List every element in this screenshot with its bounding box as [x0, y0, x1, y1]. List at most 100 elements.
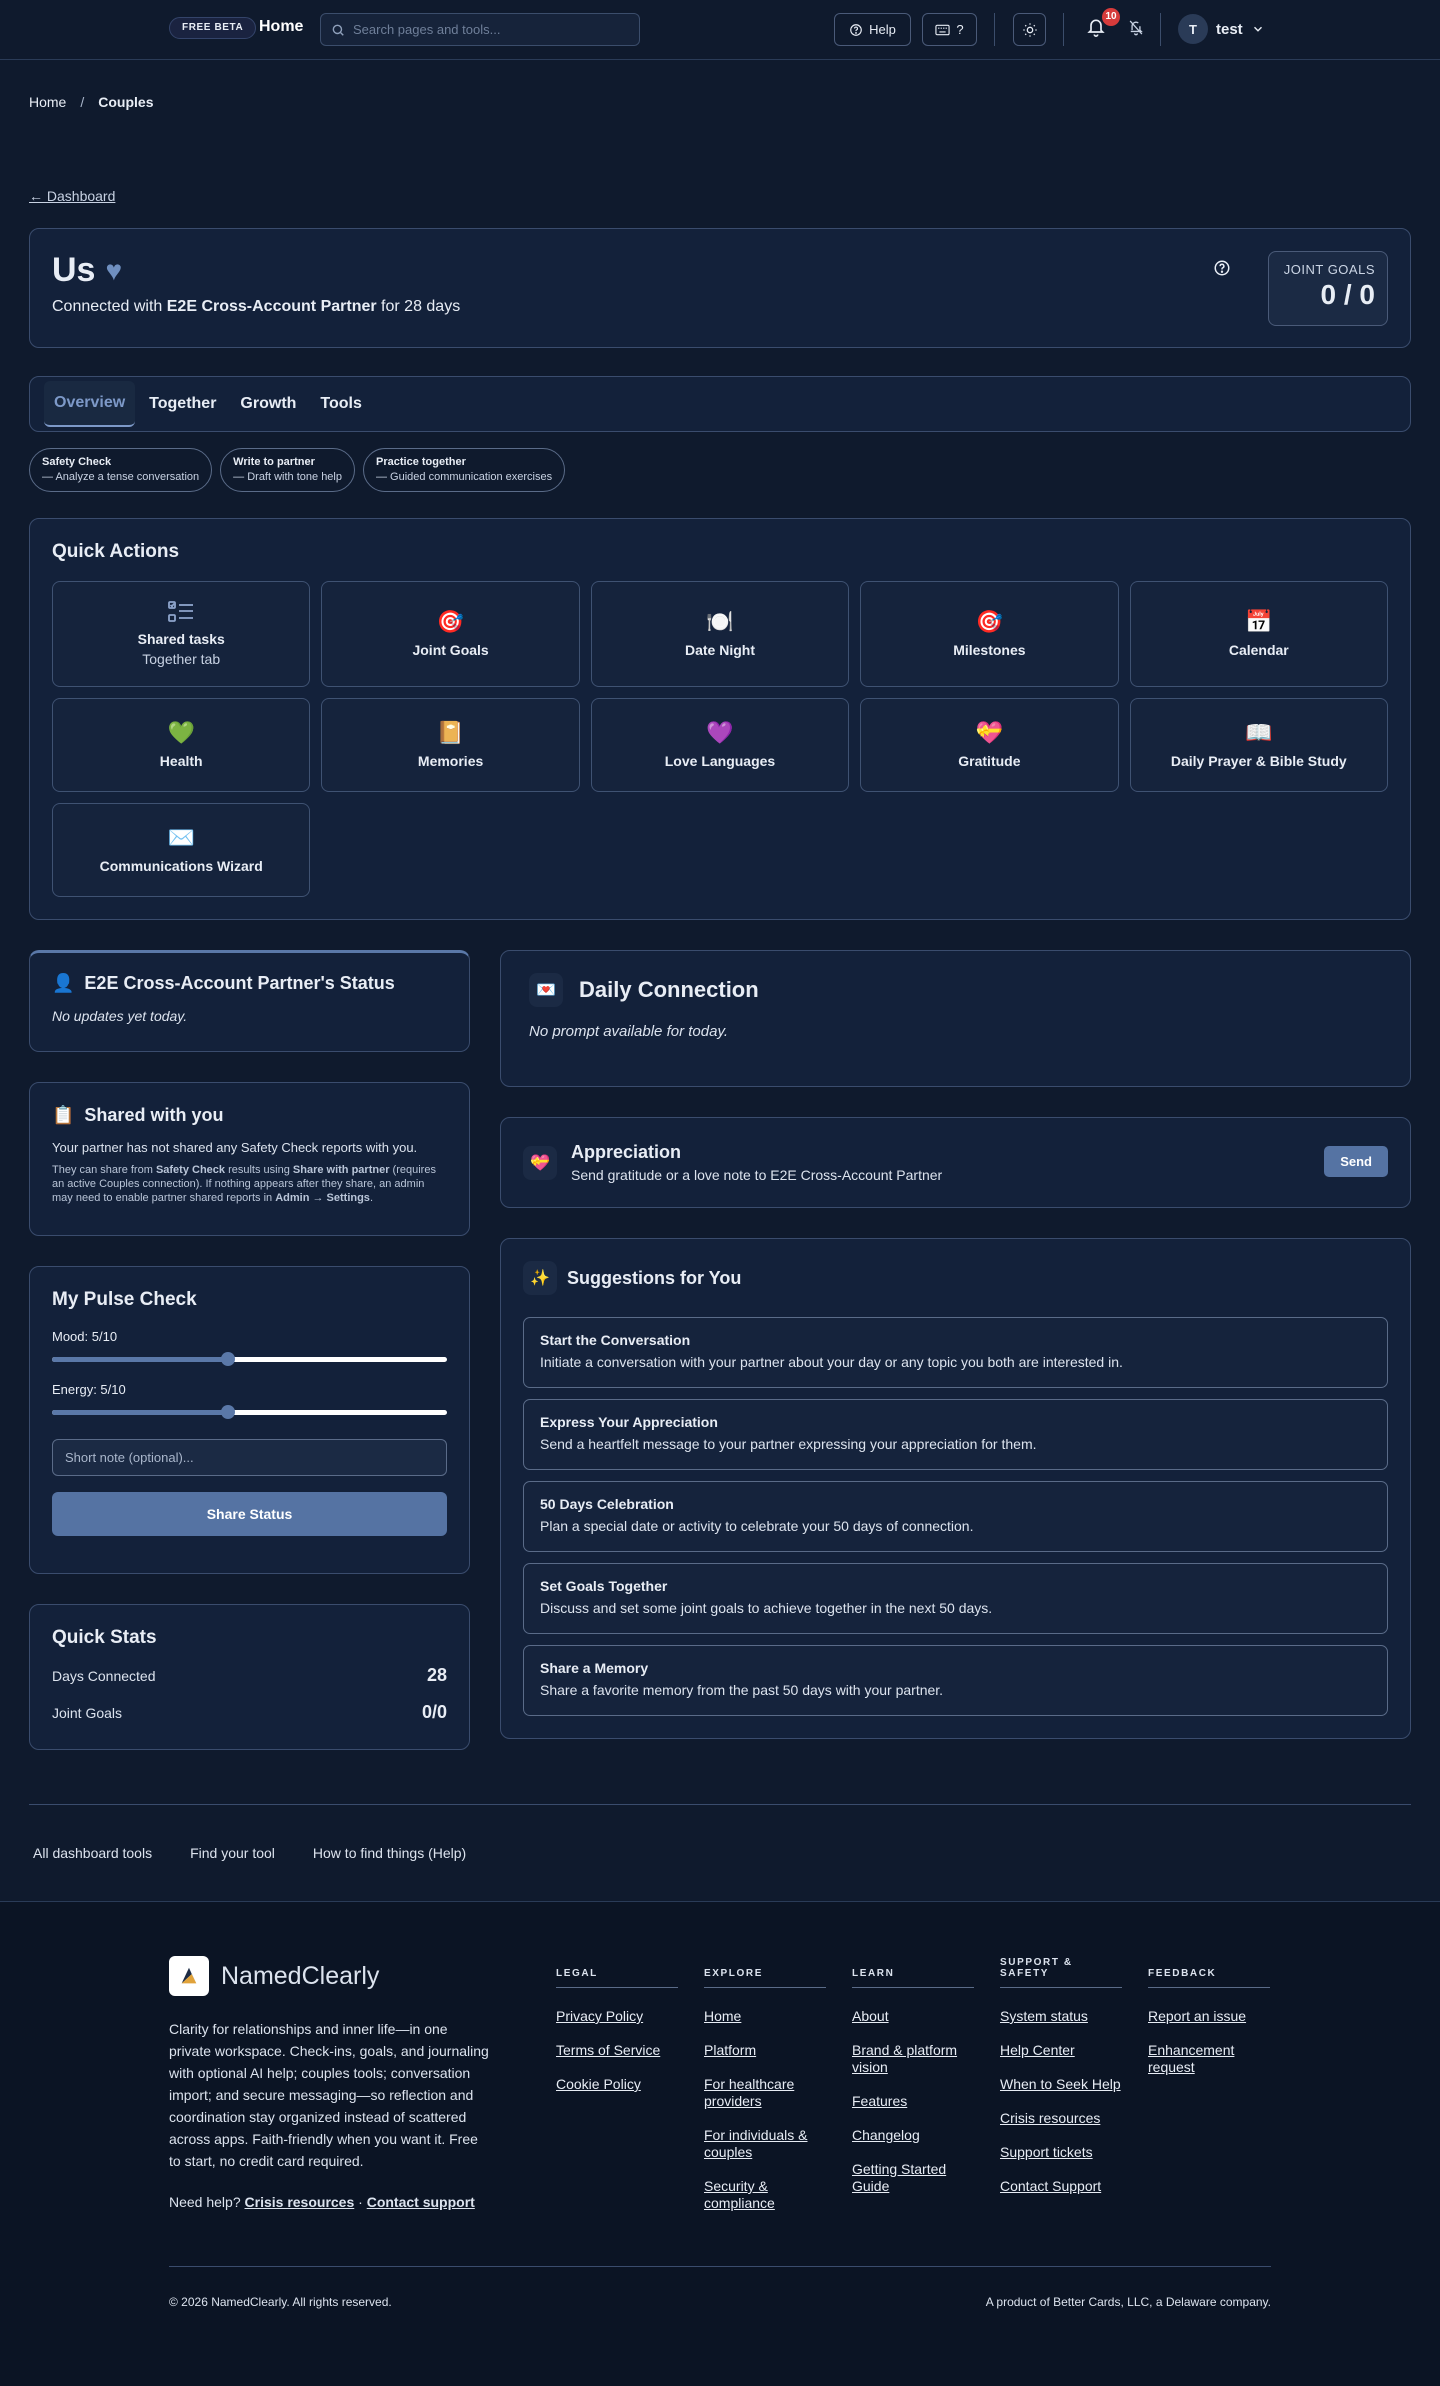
slider-thumb[interactable] [220, 1405, 235, 1419]
footer-link[interactable]: System status [1000, 2008, 1088, 2024]
user-menu[interactable]: T test [1178, 14, 1265, 44]
footer-link[interactable]: When to Seek Help [1000, 2076, 1121, 2092]
shared-with-you-card: 📋 Shared with you Your partner has not s… [29, 1082, 470, 1236]
pulse-note-input[interactable] [52, 1439, 447, 1476]
quick-action-communications-wizard[interactable]: ✉️ Communications Wizard [52, 803, 311, 897]
suggestion-item[interactable]: Set Goals Together Discuss and set some … [523, 1563, 1388, 1634]
footer-link[interactable]: Features [852, 2093, 907, 2109]
footer-description: Clarity for relationships and inner life… [169, 2021, 489, 2169]
footer-link[interactable]: Home [704, 2008, 741, 2024]
back-to-dashboard-link[interactable]: ← Dashboard [29, 188, 115, 204]
quick-action-gratitude[interactable]: 💝 Gratitude [860, 698, 1119, 792]
suggestion-item[interactable]: Express Your Appreciation Send a heartfe… [523, 1399, 1388, 1470]
quick-action-health[interactable]: 💚 Health [52, 698, 311, 792]
search-input[interactable] [353, 22, 629, 37]
slider-thumb[interactable] [220, 1352, 235, 1366]
quick-action-calendar[interactable]: 📅 Calendar [1129, 581, 1388, 687]
find-your-tool-link[interactable]: Find your tool [190, 1845, 275, 1861]
footer-link[interactable]: Getting Started Guide [852, 2161, 946, 2194]
footer-link[interactable]: Brand & platform vision [852, 2042, 957, 2075]
footer-link[interactable]: Security & compliance [704, 2178, 775, 2211]
suggestions-title: Suggestions for You [567, 1267, 742, 1288]
chip-safety-check[interactable]: Safety Check — Analyze a tense conversat… [29, 448, 213, 492]
suggestion-item[interactable]: Start the Conversation Initiate a conver… [523, 1317, 1388, 1388]
tab-together[interactable]: Together [139, 381, 226, 427]
footer-link[interactable]: Privacy Policy [556, 2008, 643, 2024]
footer-link[interactable]: Cookie Policy [556, 2076, 641, 2092]
send-appreciation-button[interactable]: Send [1324, 1146, 1388, 1177]
search-box[interactable] [320, 13, 640, 46]
footer-link[interactable]: Contact Support [1000, 2178, 1101, 2194]
suggestion-desc: Send a heartfelt message to your partner… [540, 1436, 1037, 1452]
quick-action-love-languages[interactable]: 💜 Love Languages [590, 698, 850, 792]
footer-link[interactable]: Changelog [852, 2127, 920, 2143]
quick-action-label: Health [159, 753, 203, 769]
footer-link[interactable]: About [852, 2008, 889, 2024]
footer-link[interactable]: Crisis resources [1000, 2110, 1100, 2126]
suggestion-title: Start the Conversation [540, 1332, 691, 1348]
page-title: Us ♥ [52, 251, 1388, 290]
home-link[interactable]: Home [259, 18, 303, 36]
question-circle-icon[interactable] [1213, 259, 1231, 277]
footer-columns: LEGAL Privacy Policy Terms of Service Co… [556, 1957, 1270, 2229]
breadcrumb-home[interactable]: Home [29, 94, 66, 110]
tab-growth[interactable]: Growth [230, 381, 306, 427]
footer-link[interactable]: Report an issue [1148, 2008, 1246, 2024]
suggestion-item[interactable]: 50 Days Celebration Plan a special date … [523, 1481, 1388, 1552]
tab-tools[interactable]: Tools [310, 381, 371, 427]
quick-action-label: Milestones [953, 642, 1026, 658]
quick-action-date-night[interactable]: 🍽️ Date Night [590, 581, 850, 687]
footer-bottom-bar: © 2026 NamedClearly. All rights reserved… [169, 2266, 1271, 2309]
suggestion-item[interactable]: Share a Memory Share a favorite memory f… [523, 1645, 1388, 1716]
footer-link[interactable]: Help Center [1000, 2042, 1075, 2058]
chip-write-to-partner[interactable]: Write to partner — Draft with tone help [220, 448, 355, 492]
text-bold: Safety Check [155, 1164, 226, 1176]
footer-link[interactable]: Support tickets [1000, 2144, 1093, 2160]
chip-practice-together[interactable]: Practice together — Guided communication… [363, 448, 566, 492]
footer-link[interactable]: Enhancement request [1148, 2042, 1234, 2075]
suggestion-desc: Plan a special date or activity to celeb… [540, 1518, 974, 1534]
notifications-button[interactable]: 10 [1086, 8, 1120, 40]
mood-slider[interactable] [52, 1352, 447, 1366]
how-to-find-things-link[interactable]: How to find things (Help) [313, 1845, 466, 1861]
crisis-resources-link[interactable]: Crisis resources [245, 2194, 355, 2210]
energy-slider[interactable] [52, 1405, 447, 1419]
partner-status-title: E2E Cross-Account Partner's Status [84, 973, 395, 993]
couple-hero-card: Us ♥ Connected with E2E Cross-Account Pa… [29, 228, 1411, 348]
quick-action-milestones[interactable]: 🎯 Milestones [860, 581, 1119, 687]
quick-stats-card: Quick Stats Days Connected 28 Joint Goal… [29, 1604, 470, 1750]
quick-action-label: Calendar [1228, 642, 1289, 658]
green-heart-icon: 💚 [167, 720, 195, 745]
text: They can share from [52, 1164, 156, 1176]
contact-support-link[interactable]: Contact support [367, 2194, 475, 2210]
footer-column-title: SUPPORT & SAFETY [1000, 1957, 1122, 1988]
quick-action-daily-prayer[interactable]: 📖 Daily Prayer & Bible Study [1129, 698, 1388, 792]
bell-off-icon[interactable] [1128, 19, 1144, 36]
suggestions-card: ✨ Suggestions for You Start the Conversa… [500, 1238, 1411, 1739]
connection-summary: Connected with E2E Cross-Account Partner… [52, 298, 1388, 316]
help-button[interactable]: Help [834, 13, 911, 46]
footer-link[interactable]: Platform [704, 2042, 756, 2058]
quick-actions-grid: Shared tasks Together tab 🎯 Joint Goals … [52, 581, 1388, 897]
footer-column-learn: LEARN About Brand & platform vision Feat… [852, 1958, 974, 2229]
keyboard-shortcuts-button[interactable]: ? [922, 13, 977, 46]
header-divider [1160, 13, 1161, 46]
share-status-button[interactable]: Share Status [52, 1492, 447, 1536]
footer-link[interactable]: Terms of Service [556, 2042, 660, 2058]
footer-link[interactable]: For healthcare providers [704, 2076, 794, 2109]
tab-overview[interactable]: Overview [44, 381, 136, 427]
main-content: Home / Couples ← Dashboard Us ♥ Connecte… [0, 94, 1440, 1861]
quick-action-shared-tasks[interactable]: Shared tasks Together tab [52, 581, 311, 687]
all-dashboard-tools-link[interactable]: All dashboard tools [33, 1845, 152, 1861]
footer-column-feedback: FEEDBACK Report an issue Enhancement req… [1148, 1958, 1270, 2229]
footer-link[interactable]: For individuals & couples [704, 2127, 808, 2160]
theme-toggle-button[interactable] [1013, 13, 1046, 46]
quick-action-memories[interactable]: 📔 Memories [321, 698, 580, 792]
person-icon: 👤 [52, 973, 75, 993]
shared-help-text: They can share from Safety Check results… [52, 1163, 447, 1205]
quick-action-label: Shared tasks [137, 631, 225, 647]
quick-actions-card: Quick Actions Shared tasks Together tab … [29, 518, 1411, 920]
suggestion-title: Share a Memory [540, 1660, 649, 1676]
quick-action-joint-goals[interactable]: 🎯 Joint Goals [321, 581, 580, 687]
quick-action-label: Date Night [684, 642, 755, 658]
